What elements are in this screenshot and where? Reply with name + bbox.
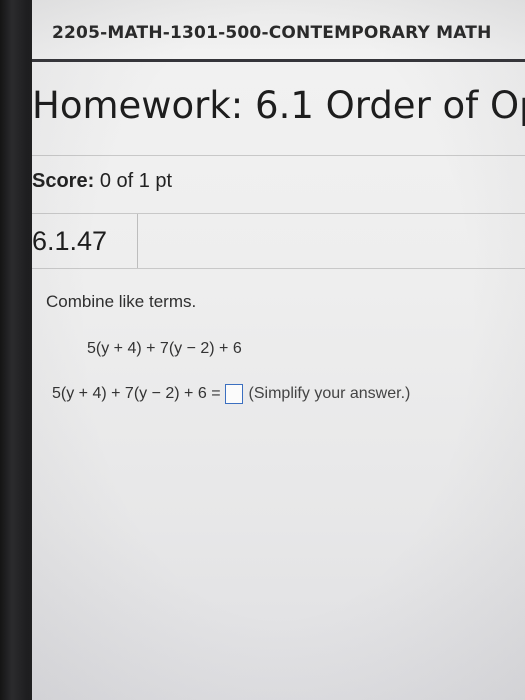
answer-input[interactable]: [224, 384, 243, 404]
answer-hint: (Simplify your answer.): [248, 385, 411, 402]
homework-title: Homework: 6.1 Order of Operations: [32, 84, 525, 127]
score-display: Score: 0 of 1 pt: [32, 170, 172, 193]
answer-row: 5(y + 4) + 7(y − 2) + 6 = (Simplify your…: [52, 384, 410, 404]
course-header: 2205-MATH-1301-500-CONTEMPORARY MATH: [32, 0, 525, 62]
question-instruction: Combine like terms.: [46, 292, 197, 311]
score-label: Score:: [32, 170, 95, 192]
answer-prompt: 5(y + 4) + 7(y − 2) + 6 =: [52, 385, 221, 402]
divider: [32, 155, 525, 156]
course-title[interactable]: 2205-MATH-1301-500-CONTEMPORARY MATH: [52, 23, 492, 43]
question-number: 6.1.47: [32, 226, 108, 256]
browser-content: 2205-MATH-1301-500-CONTEMPORARY MATH Hom…: [32, 0, 525, 700]
score-value: 0 of 1 pt: [99, 170, 173, 192]
question-expression: 5(y + 4) + 7(y − 2) + 6: [87, 340, 242, 357]
divider: [32, 268, 525, 269]
